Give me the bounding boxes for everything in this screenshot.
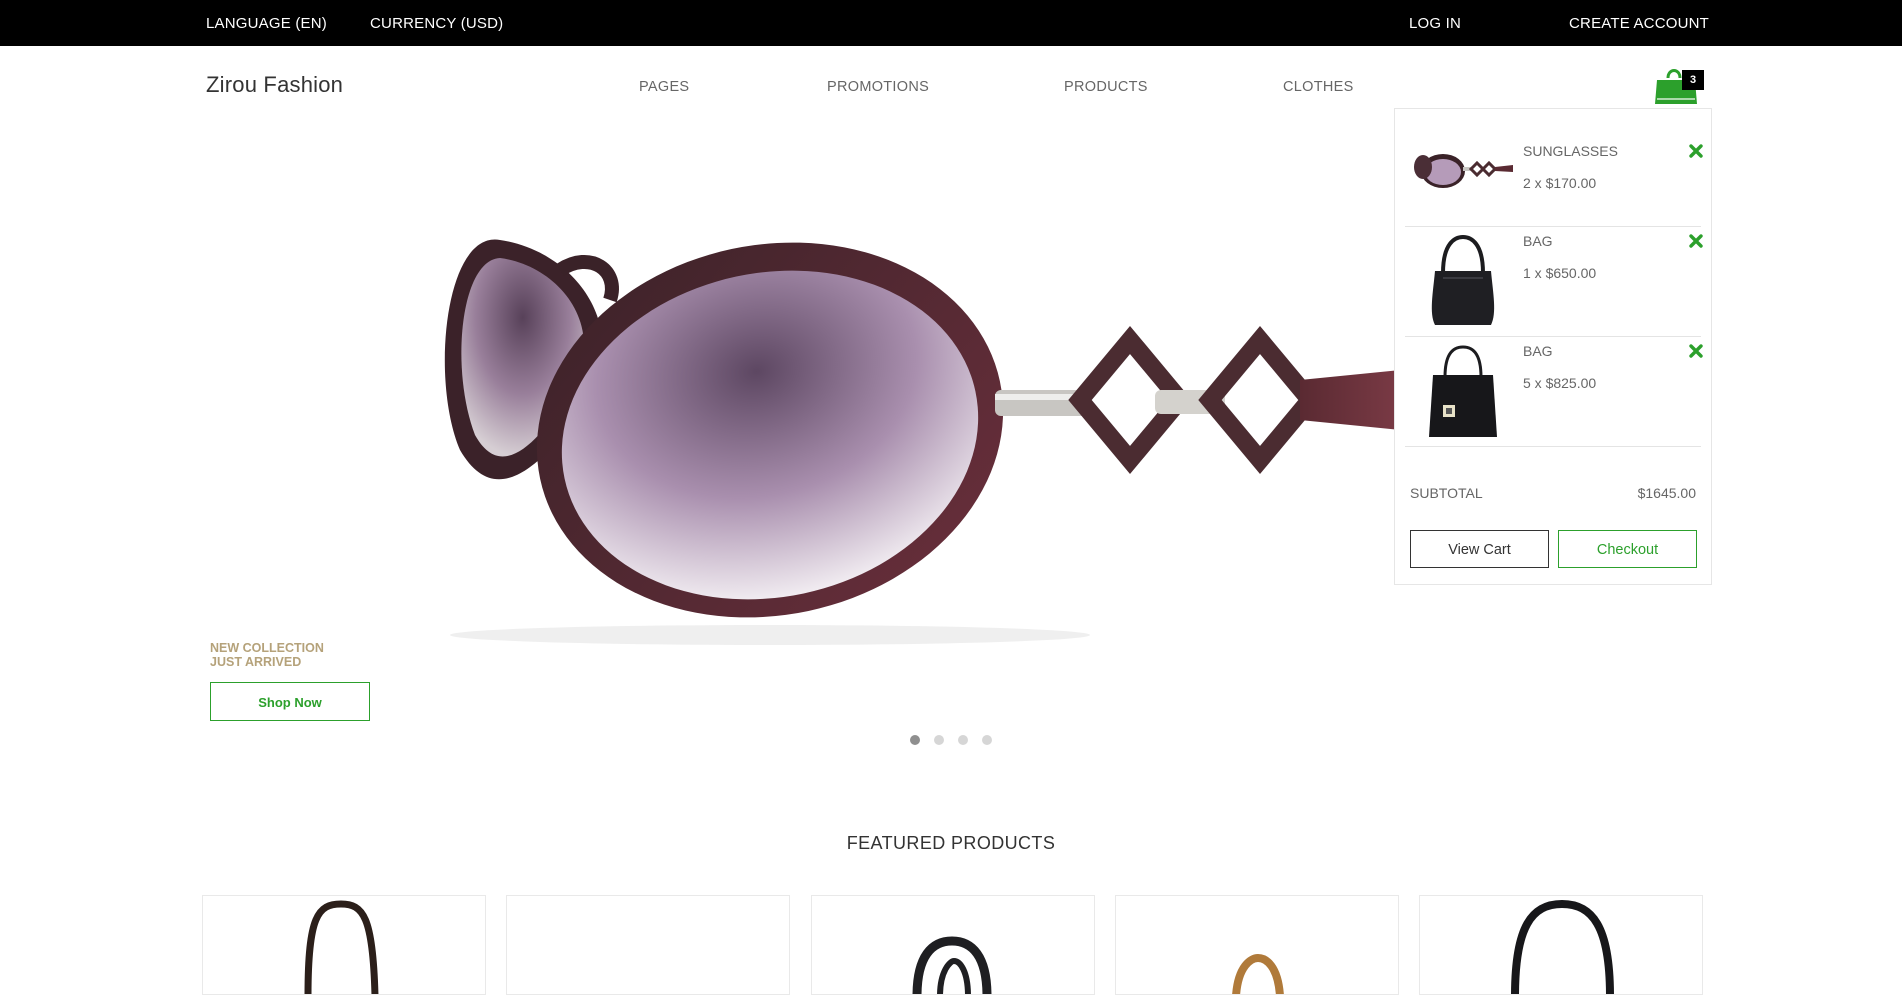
cart-item-qty-price: 2 x $170.00 xyxy=(1523,175,1597,191)
featured-products-title: FEATURED PRODUCTS xyxy=(846,833,1056,853)
bag-thumbnail xyxy=(1431,234,1495,325)
slider-dot-4[interactable] xyxy=(982,735,992,745)
shoulder-bag-image xyxy=(1511,899,1614,994)
cart-item-qty-price: 1 x $650.00 xyxy=(1523,265,1597,281)
cart-item-name[interactable]: SUNGLASSES xyxy=(1523,143,1618,159)
cart-item: BAG 1 x $650.00 xyxy=(1405,227,1703,337)
nav-item-products[interactable]: PRODUCTS xyxy=(1064,79,1148,95)
subtotal-label: SUBTOTAL xyxy=(1410,485,1483,501)
cart-count-badge: 3 xyxy=(1682,70,1704,90)
handbag-image xyxy=(912,936,992,994)
sunglasses-image xyxy=(444,239,1400,645)
checkout-button[interactable]: Checkout xyxy=(1558,530,1697,568)
product-card-4[interactable] xyxy=(1115,895,1399,995)
currency-selector[interactable]: CURRENCY (USD) xyxy=(370,15,503,32)
view-cart-button[interactable]: View Cart xyxy=(1410,530,1549,568)
nav-item-promotions[interactable]: PROMOTIONS xyxy=(827,79,929,95)
hero-tagline-line2: JUST ARRIVED xyxy=(210,655,302,669)
nav-item-pages[interactable]: PAGES xyxy=(639,79,689,95)
close-x-icon[interactable] xyxy=(1689,344,1703,358)
nav-item-clothes[interactable]: CLOTHES xyxy=(1283,79,1354,95)
cart-item: BAG 5 x $825.00 xyxy=(1405,337,1703,447)
cart-item-qty-price: 5 x $825.00 xyxy=(1523,375,1597,391)
product-card-5[interactable] xyxy=(1419,895,1703,995)
cart-item-name[interactable]: BAG xyxy=(1523,343,1553,359)
bag-handle-image xyxy=(1232,953,1284,994)
hero-tagline: NEW COLLECTION JUST ARRIVED xyxy=(210,641,324,669)
mini-cart-dropdown: SUNGLASSES 2 x $170.00 BAG 1 x $650.00 B… xyxy=(1394,108,1712,585)
product-card-2[interactable] xyxy=(506,895,790,995)
login-link[interactable]: LOG IN xyxy=(1409,15,1461,32)
shop-now-button[interactable]: Shop Now xyxy=(210,682,370,721)
sunglasses-thumbnail xyxy=(1414,154,1513,188)
subtotal-value: $1645.00 xyxy=(1637,485,1696,501)
site-logo[interactable]: Zirou Fashion xyxy=(206,72,343,98)
close-x-icon[interactable] xyxy=(1689,234,1703,248)
cart-item-name[interactable]: BAG xyxy=(1523,233,1553,249)
top-bar: LANGUAGE (EN) CURRENCY (USD) LOG IN CREA… xyxy=(0,0,1902,46)
close-x-icon[interactable] xyxy=(1689,144,1703,158)
product-card-3[interactable] xyxy=(811,895,1095,995)
product-card-1[interactable] xyxy=(202,895,486,995)
cart-item: SUNGLASSES 2 x $170.00 xyxy=(1405,117,1703,227)
slider-dot-2[interactable] xyxy=(934,735,944,745)
language-selector[interactable]: LANGUAGE (EN) xyxy=(206,15,327,32)
slider-dot-1[interactable] xyxy=(910,735,920,745)
bag-thumbnail xyxy=(1429,345,1497,437)
create-account-link[interactable]: CREATE ACCOUNT xyxy=(1569,15,1709,32)
hero-tagline-line1: NEW COLLECTION xyxy=(210,641,324,655)
slider-dot-3[interactable] xyxy=(958,735,968,745)
tote-bag-image xyxy=(304,900,379,994)
slider-pagination xyxy=(910,735,992,745)
hero-slide-image xyxy=(440,180,1400,650)
